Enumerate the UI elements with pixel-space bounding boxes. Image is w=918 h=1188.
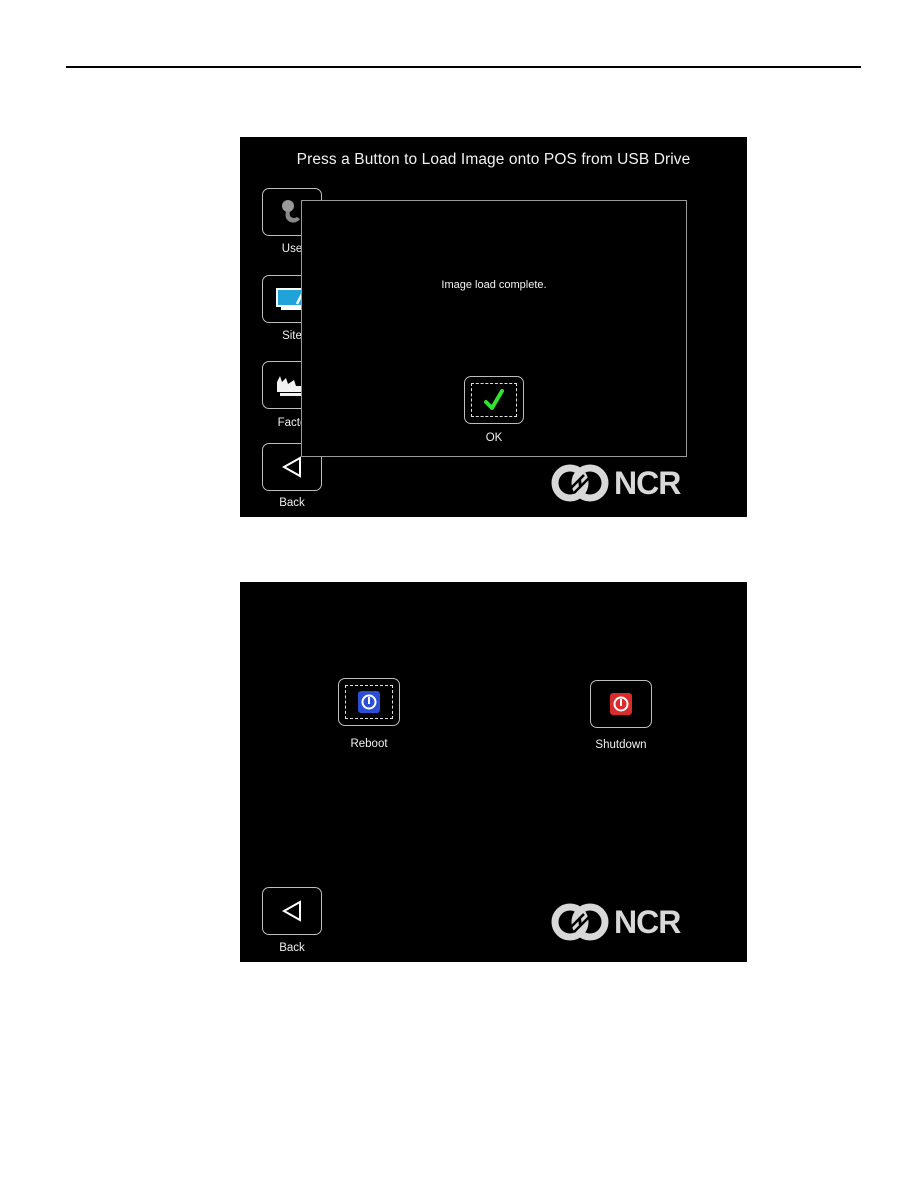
focus-ring (471, 383, 517, 417)
focus-ring (345, 685, 393, 719)
power-options-screen: Reboot Shutdown Back NCR (240, 582, 747, 962)
power-icon (609, 692, 633, 716)
back-triangle-icon (281, 900, 303, 922)
header-rule (66, 66, 861, 68)
reboot-button[interactable] (338, 678, 400, 726)
ncr-logo-mark-icon (550, 463, 610, 503)
ncr-logo-text: NCR (614, 464, 681, 501)
image-load-complete-dialog: Image load complete. OK (301, 200, 687, 457)
ncr-logo-mark-icon (550, 902, 610, 942)
back-button-label: Back (279, 497, 305, 509)
ok-button-label: OK (485, 432, 503, 444)
back-triangle-icon (281, 456, 303, 478)
dialog-message: Image load complete. (441, 279, 547, 291)
ncr-logo: NCR (550, 463, 681, 503)
ncr-logo-text: NCR (614, 903, 681, 940)
image-load-screen: Press a Button to Load Image onto POS fr… (240, 137, 747, 517)
ok-button[interactable] (464, 376, 524, 424)
back-button[interactable] (262, 887, 322, 935)
ncr-logo: NCR (550, 902, 681, 942)
back-button-label: Back (279, 942, 305, 954)
shutdown-button[interactable] (590, 680, 652, 728)
reboot-button-label: Reboot (350, 738, 388, 750)
shutdown-button-label: Shutdown (595, 739, 647, 751)
screen-title: Press a Button to Load Image onto POS fr… (296, 151, 691, 168)
